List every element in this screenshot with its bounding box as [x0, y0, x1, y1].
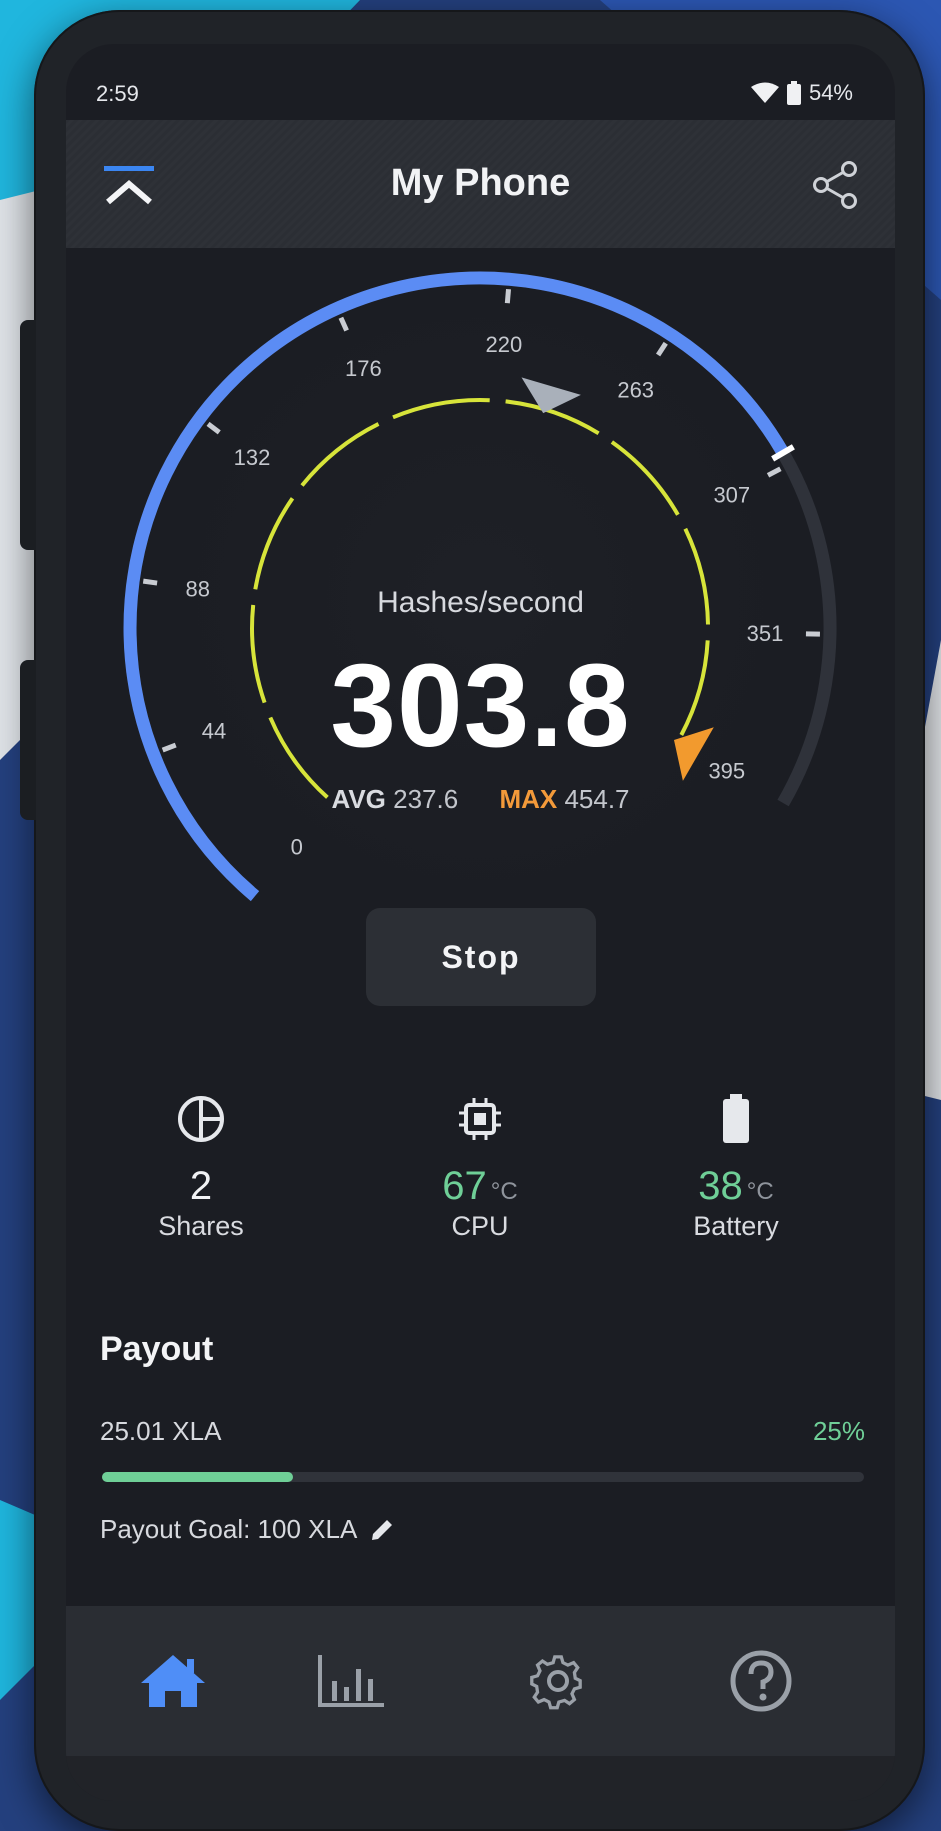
cpu-chip-icon: [459, 1098, 501, 1140]
settings-gear-icon: [530, 1655, 582, 1710]
gauge-stats: AVG 237.6 MAX 454.7: [66, 784, 895, 815]
payout-goal-text: Payout Goal: 100 XLA: [100, 1514, 358, 1544]
cpu-temp-unit: °C: [490, 1178, 518, 1205]
gauge-tick: [338, 316, 349, 332]
payout-goal[interactable]: Payout Goal: 100 XLA: [100, 1514, 395, 1545]
stop-button[interactable]: Stop: [366, 908, 596, 1006]
metric-value: 38 °C: [606, 1164, 866, 1209]
gauge-tick: [656, 341, 668, 357]
metric-value: 67 °C: [350, 1164, 610, 1209]
payout-amount: 25.01 XLA: [100, 1416, 222, 1446]
metric-battery: 38 °C Battery: [606, 1084, 866, 1242]
gesture-area: [66, 1756, 895, 1801]
battery-temp-value: 38: [698, 1164, 743, 1208]
metric-label: Battery: [693, 1211, 779, 1241]
bottom-nav: [66, 1606, 895, 1756]
payout-heading: Payout: [100, 1330, 214, 1368]
gauge-tick: [766, 466, 782, 478]
battery-percent: 54%: [808, 80, 853, 105]
avg-label: AVG: [331, 784, 386, 814]
gauge-tick-label: 307: [713, 483, 750, 508]
status-icons: 54%: [750, 80, 853, 106]
wifi-icon: [750, 82, 779, 103]
gauge-tick: [504, 288, 512, 304]
max-label: MAX: [499, 784, 558, 814]
nav-help[interactable]: [716, 1636, 806, 1726]
battery-icon: [723, 1094, 749, 1143]
metric-shares: 2 Shares: [71, 1084, 331, 1242]
hashrate-value: 303.8: [330, 640, 631, 772]
payout-progress-fill: [102, 1472, 293, 1482]
gauge-tick-label: 132: [234, 445, 271, 470]
device-metrics: 2 Shares 67 °C CPU 38 °C Battery: [66, 1084, 895, 1304]
gauge-tick: [206, 421, 221, 435]
metric-label: CPU: [451, 1211, 509, 1241]
metric-value: 2: [71, 1164, 331, 1209]
volume-button: [20, 320, 36, 550]
shares-value: 2: [189, 1164, 213, 1208]
metric-cpu: 67 °C CPU: [350, 1084, 610, 1242]
status-bar: 2:59 54%: [66, 44, 895, 120]
app-bar: My Phone: [66, 120, 895, 248]
avg-value: 237.6: [393, 784, 459, 814]
gauge-unit-label: Hashes/second: [377, 586, 584, 619]
page-title: My Phone: [390, 162, 571, 204]
gauge-tick-label: 176: [345, 356, 382, 381]
gauge-tick-label: 263: [617, 377, 654, 402]
power-button: [20, 660, 36, 820]
metric-label: Shares: [158, 1211, 244, 1241]
battery-status-icon: [786, 81, 801, 105]
help-icon: [730, 1650, 792, 1712]
nav-stats[interactable]: [306, 1636, 396, 1726]
payout-progress-bar: [102, 1472, 864, 1482]
stats-icon: [318, 1655, 384, 1707]
gauge-tick-label: 220: [486, 332, 523, 357]
home-icon: [141, 1655, 205, 1707]
edit-pencil-icon[interactable]: [369, 1517, 395, 1543]
pie-chart-icon: [178, 1096, 224, 1142]
battery-temp-unit: °C: [746, 1178, 774, 1205]
status-time: 2:59: [96, 81, 139, 106]
hashrate-gauge: 0 44 88 132 176 220 263 307 351 395 Hashes/second…: [66, 248, 895, 1088]
gauge-tick: [142, 578, 158, 586]
cpu-temp-value: 67: [442, 1164, 487, 1208]
payout-percent: 25%: [812, 1416, 865, 1446]
screen: 2:59 54% My Phone 0 44 88 132 176 220 26…: [66, 44, 895, 1801]
max-value: 454.7: [564, 784, 630, 814]
nav-home[interactable]: [128, 1636, 218, 1726]
share-icon[interactable]: [811, 160, 859, 210]
nav-settings[interactable]: [513, 1636, 603, 1726]
gauge-tick-label: 0: [291, 834, 303, 859]
